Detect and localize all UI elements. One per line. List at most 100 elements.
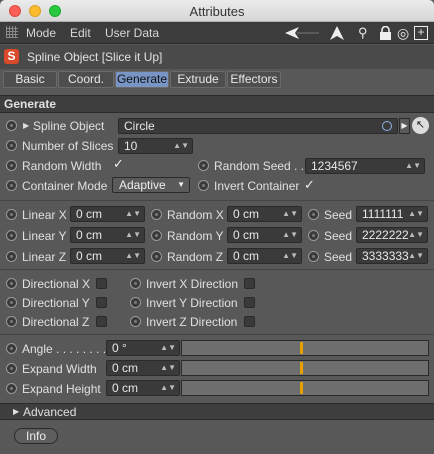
expand-width-slider-marker[interactable] xyxy=(300,362,303,374)
animate-radio-expand-width[interactable] xyxy=(6,363,17,374)
stepper-arrows-icon[interactable]: ▲▼ xyxy=(160,381,176,395)
animate-radio-directional-x[interactable] xyxy=(6,278,17,289)
linear-z-value: 0 cm xyxy=(76,249,103,263)
expand-height-slider-marker[interactable] xyxy=(300,382,303,394)
container-mode-dropdown[interactable]: Adaptive ▼ xyxy=(112,177,190,193)
linear-z-field[interactable]: 0 cm ▲▼ xyxy=(70,248,145,264)
animate-radio-container-mode[interactable] xyxy=(6,180,17,191)
random-width-label: Random Width xyxy=(22,159,102,173)
tab-extrude[interactable]: Extrude xyxy=(170,71,226,88)
animate-radio-seed-x[interactable] xyxy=(308,209,319,220)
animate-radio-random-y[interactable] xyxy=(151,230,162,241)
tab-effectors[interactable]: Effectors xyxy=(227,71,281,88)
animate-radio-spline-object[interactable] xyxy=(6,120,17,131)
lock-icon[interactable] xyxy=(380,26,391,40)
directional-z-label: Directional Z xyxy=(22,315,90,329)
info-button[interactable]: Info xyxy=(14,428,58,444)
expand-width-slider[interactable] xyxy=(181,360,429,376)
back-arrow-icon[interactable] xyxy=(285,27,319,39)
directional-y-checkbox[interactable] xyxy=(96,297,107,308)
animate-radio-invert-x[interactable] xyxy=(130,278,141,289)
animate-radio-linear-x[interactable] xyxy=(6,209,17,220)
animate-radio-directional-y[interactable] xyxy=(6,297,17,308)
chevron-down-icon: ▼ xyxy=(177,180,185,189)
expand-height-value: 0 cm xyxy=(112,381,139,395)
animate-radio-expand-height[interactable] xyxy=(6,383,17,394)
animate-radio-angle[interactable] xyxy=(6,343,17,354)
random-seed-value: 1234567 xyxy=(311,159,358,173)
random-z-field[interactable]: 0 cm ▲▼ xyxy=(227,248,302,264)
random-x-field[interactable]: 0 cm ▲▼ xyxy=(227,206,302,222)
tab-generate[interactable]: Generate xyxy=(115,71,169,88)
tab-basic[interactable]: Basic xyxy=(3,71,57,88)
angle-slider-marker[interactable] xyxy=(300,342,303,354)
animate-radio-invert-y[interactable] xyxy=(130,297,141,308)
up-arrow-icon[interactable] xyxy=(330,26,344,40)
menu-user-data[interactable]: User Data xyxy=(105,26,159,40)
invert-y-direction-label: Invert Y Direction xyxy=(146,296,238,310)
angle-label: Angle . . . . . . . . xyxy=(22,342,107,356)
random-width-checkbox[interactable]: ✓ xyxy=(113,156,124,172)
number-of-slices-field[interactable]: 10 ▲▼ xyxy=(118,138,193,154)
animate-radio-directional-z[interactable] xyxy=(6,316,17,327)
directional-z-checkbox[interactable] xyxy=(96,316,107,327)
stepper-arrows-icon[interactable]: ▲▼ xyxy=(282,249,298,263)
stepper-arrows-icon[interactable]: ▲▼ xyxy=(125,207,141,221)
expand-height-label: Expand Height xyxy=(22,382,101,396)
random-y-field[interactable]: 0 cm ▲▼ xyxy=(227,227,302,243)
stepper-arrows-icon[interactable]: ▲▼ xyxy=(173,139,189,153)
menu-edit[interactable]: Edit xyxy=(70,26,91,40)
stepper-arrows-icon[interactable]: ▲▼ xyxy=(408,207,424,221)
animate-radio-random-width[interactable] xyxy=(6,160,17,171)
stepper-arrows-icon[interactable]: ▲▼ xyxy=(282,207,298,221)
invert-y-direction-checkbox[interactable] xyxy=(244,297,255,308)
animate-radio-linear-z[interactable] xyxy=(6,251,17,262)
animate-radio-linear-y[interactable] xyxy=(6,230,17,241)
seed-z-label: Seed xyxy=(324,250,353,264)
seed-x-field[interactable]: 1111111 ▲▼ xyxy=(356,206,428,222)
expand-width-field[interactable]: 0 cm ▲▼ xyxy=(106,360,180,376)
animate-radio-number-of-slices[interactable] xyxy=(6,140,17,151)
window-titlebar: Attributes xyxy=(0,0,434,22)
stepper-arrows-icon[interactable]: ▲▼ xyxy=(408,249,424,263)
pick-object-icon[interactable]: ↖ xyxy=(412,117,429,134)
stepper-arrows-icon[interactable]: ▲▼ xyxy=(405,159,421,173)
stepper-arrows-icon[interactable]: ▲▼ xyxy=(125,249,141,263)
stepper-arrows-icon[interactable]: ▲▼ xyxy=(125,228,141,242)
stepper-arrows-icon[interactable]: ▲▼ xyxy=(160,361,176,375)
animate-radio-random-x[interactable] xyxy=(151,209,162,220)
angle-slider[interactable] xyxy=(181,340,429,356)
advanced-group-header[interactable]: ▶ Advanced xyxy=(0,403,434,420)
spline-object-link-field[interactable]: Circle xyxy=(118,118,398,134)
seed-z-field[interactable]: 3333333 ▲▼ xyxy=(356,248,428,264)
animate-radio-random-seed[interactable] xyxy=(198,160,209,171)
animate-radio-invert-container[interactable] xyxy=(198,180,209,191)
stepper-arrows-icon[interactable]: ▲▼ xyxy=(160,341,176,355)
animate-radio-seed-y[interactable] xyxy=(308,230,319,241)
expand-height-field[interactable]: 0 cm ▲▼ xyxy=(106,380,180,396)
stepper-arrows-icon[interactable]: ▲▼ xyxy=(282,228,298,242)
linear-x-field[interactable]: 0 cm ▲▼ xyxy=(70,206,145,222)
directional-x-checkbox[interactable] xyxy=(96,278,107,289)
animate-radio-seed-z[interactable] xyxy=(308,251,319,262)
new-panel-icon[interactable]: + xyxy=(414,26,428,40)
divider xyxy=(0,334,434,335)
search-icon[interactable]: ⚲ xyxy=(358,25,368,41)
angle-field[interactable]: 0 ° ▲▼ xyxy=(106,340,180,356)
animate-radio-invert-z[interactable] xyxy=(130,316,141,327)
random-seed-field[interactable]: 1234567 ▲▼ xyxy=(305,158,425,174)
link-menu-arrow-icon[interactable]: ▶ xyxy=(399,118,410,134)
invert-container-checkbox[interactable]: ✓ xyxy=(304,177,315,193)
linear-y-field[interactable]: 0 cm ▲▼ xyxy=(70,227,145,243)
target-icon[interactable]: ◎ xyxy=(397,25,409,41)
seed-y-field[interactable]: 2222222 ▲▼ xyxy=(356,227,428,243)
random-z-value: 0 cm xyxy=(233,249,260,263)
invert-z-direction-checkbox[interactable] xyxy=(244,316,255,327)
menu-mode[interactable]: Mode xyxy=(26,26,56,40)
expand-height-slider[interactable] xyxy=(181,380,429,396)
tab-coord[interactable]: Coord. xyxy=(58,71,114,88)
expand-triangle-icon[interactable]: ▶ xyxy=(23,121,29,130)
animate-radio-random-z[interactable] xyxy=(151,251,162,262)
stepper-arrows-icon[interactable]: ▲▼ xyxy=(408,228,424,242)
invert-x-direction-checkbox[interactable] xyxy=(244,278,255,289)
